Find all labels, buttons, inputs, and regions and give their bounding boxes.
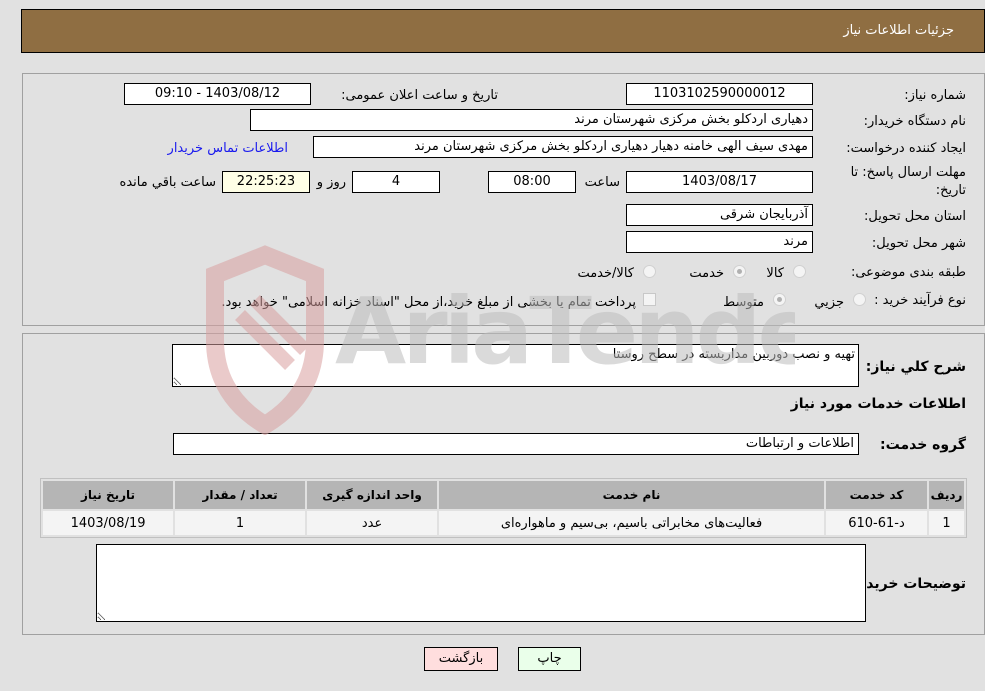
treasury-note: پرداخت تمام یا بخشی از مبلغ خرید،از محل … [221, 295, 636, 310]
province-field: آذربایجان شرقی [626, 204, 813, 226]
time-remaining-label: ساعت باقي مانده [119, 175, 216, 190]
services-table: ردیف کد خدمت نام خدمت واحد اندازه گیری ت… [40, 478, 967, 538]
requester-label: ایجاد کننده درخواست: [846, 141, 966, 156]
deadline-label: مهلت ارسال پاسخ: تا تاریخ: [850, 165, 966, 198]
page-header: جزئیات اطلاعات نیاز [21, 9, 985, 53]
cell-need-date: 1403/08/19 [43, 511, 174, 535]
col-unit: واحد اندازه گیری [307, 481, 438, 509]
purchase-option-minor: جزيي [814, 295, 844, 310]
requester-field: مهدی سیف الهی خامنه دهیار دهیاری اردکلو … [313, 136, 813, 158]
days-remaining-field: 4 [352, 171, 440, 193]
buyer-contact-link[interactable]: اطلاعات تماس خریدار [168, 141, 288, 156]
category-label: طبقه بندی موضوعی: [850, 265, 966, 280]
col-service-code: کد خدمت [825, 481, 928, 509]
needs-panel: شرح کلي نياز: تهیه و نصب دوربین مداربسته… [22, 333, 985, 635]
announce-datetime-field: 1403/08/12 - 09:10 [124, 83, 311, 105]
deadline-date-field: 1403/08/17 [626, 171, 813, 193]
need-details-panel: شماره نیاز: 1103102590000012 تاریخ و ساع… [22, 73, 985, 326]
deadline-time-label: ساعت [584, 175, 620, 190]
services-section-title: اطلاعات خدمات مورد نياز [790, 396, 966, 412]
col-service-name: نام خدمت [439, 481, 824, 509]
need-number-label: شماره نیاز: [904, 88, 966, 103]
category-radio-goods-service[interactable] [643, 265, 656, 278]
table-row: 1 د-61-610 فعالیت‌های مخابراتی باسیم، بی… [43, 511, 964, 535]
purchase-radio-medium[interactable] [773, 293, 786, 306]
description-textarea[interactable]: تهیه و نصب دوربین مداربسته در سطح روستا [172, 344, 859, 387]
print-button[interactable]: چاپ [518, 647, 581, 671]
cell-service-name: فعالیت‌های مخابراتی باسیم، بی‌سیم و ماهو… [439, 511, 824, 535]
category-option-service: خدمت [689, 266, 724, 281]
category-option-goods: کالا [766, 266, 784, 281]
need-number-field: 1103102590000012 [626, 83, 813, 105]
category-option-goods-service: کالا/خدمت [577, 266, 634, 281]
cell-row-number: 1 [929, 511, 964, 535]
col-quantity: تعداد / مقدار [175, 481, 306, 509]
days-label: روز و [316, 175, 346, 190]
purchase-option-medium: متوسط [723, 295, 764, 310]
province-label: استان محل تحویل: [864, 209, 966, 224]
description-label: شرح کلي نياز: [865, 359, 966, 375]
city-label: شهر محل تحویل: [871, 236, 966, 251]
cell-quantity: 1 [175, 511, 306, 535]
service-group-label: گروه خدمت: [880, 437, 966, 453]
announce-datetime-label: تاریخ و ساعت اعلان عمومی: [341, 88, 498, 103]
cell-service-code: د-61-610 [825, 511, 928, 535]
time-remaining-field: 22:25:23 [222, 171, 310, 193]
purchase-radio-minor[interactable] [853, 293, 866, 306]
buyer-org-field: دهیاری اردکلو بخش مرکزی شهرستان مرند [250, 109, 813, 131]
service-group-field: اطلاعات و ارتباطات [173, 433, 859, 455]
col-row-number: ردیف [929, 481, 964, 509]
back-button[interactable]: بازگشت [424, 647, 498, 671]
col-need-date: تاریخ نیاز [43, 481, 174, 509]
purchase-type-label: نوع فرآیند خرید : [874, 293, 966, 308]
cell-unit: عدد [307, 511, 438, 535]
treasury-checkbox[interactable] [643, 293, 656, 306]
buyer-org-label: نام دستگاه خریدار: [863, 114, 966, 129]
deadline-time-field: 08:00 [488, 171, 576, 193]
services-table-header: ردیف کد خدمت نام خدمت واحد اندازه گیری ت… [43, 481, 964, 509]
city-field: مرند [626, 231, 813, 253]
category-radio-goods[interactable] [793, 265, 806, 278]
buyer-notes-textarea[interactable] [96, 544, 866, 622]
category-radio-service[interactable] [733, 265, 746, 278]
page-title: جزئیات اطلاعات نیاز [843, 23, 954, 38]
